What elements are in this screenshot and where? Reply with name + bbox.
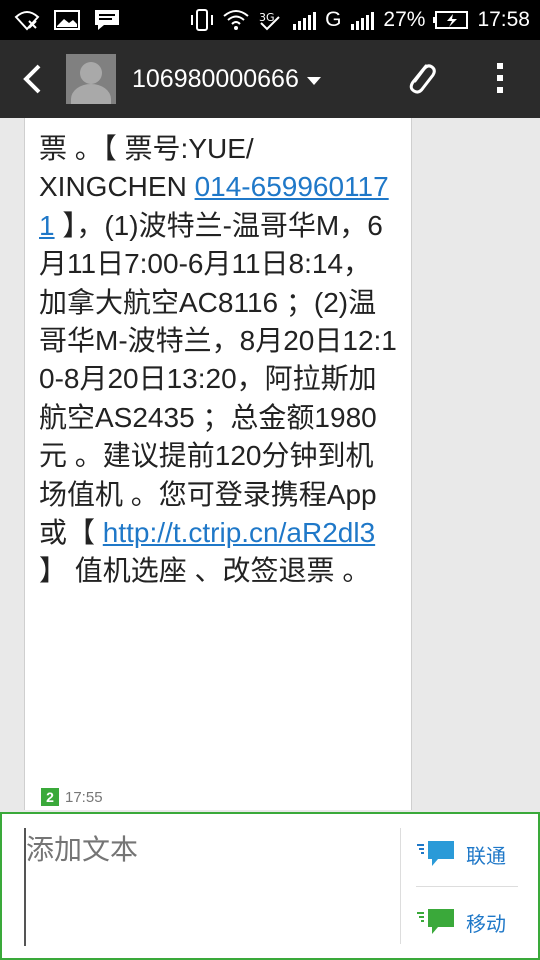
vibrate-icon [189, 9, 215, 31]
message-meta: 2 17:55 [41, 788, 103, 806]
overflow-dot-icon [497, 63, 503, 69]
send-button-mobile[interactable]: 移动 [416, 902, 526, 942]
send-button-label: 移动 [466, 913, 506, 936]
svg-text:3G: 3G [259, 11, 275, 24]
message-input[interactable] [24, 828, 396, 946]
contact-name: 106980000666 [132, 64, 299, 93]
paperclip-icon [409, 64, 436, 94]
battery-percent: 27% [383, 8, 426, 31]
avatar[interactable] [66, 54, 116, 104]
send-button-unicom[interactable]: 联通 [416, 834, 526, 874]
divider [416, 886, 518, 887]
message-time: 17:55 [65, 788, 103, 806]
divider [400, 828, 401, 944]
sim-slot-badge: 2 [41, 788, 59, 806]
contact-dropdown[interactable]: 106980000666 [132, 65, 321, 94]
signal-icon [291, 9, 317, 31]
action-bar: 106980000666 [0, 40, 540, 118]
compose-area: 联通 移动 [0, 812, 540, 960]
message-bubble[interactable]: 票 。【 票号:YUE/ XINGCHEN 014-6599601171 】，(… [24, 118, 412, 810]
image-icon [54, 9, 80, 31]
back-arrow-icon [23, 64, 41, 94]
status-bar: 3G G 27% 17:58 [0, 0, 540, 40]
message-icon [94, 9, 120, 31]
conversation-view[interactable]: 票 。【 票号:YUE/ XINGCHEN 014-6599601171 】，(… [0, 118, 540, 812]
battery-icon [433, 9, 469, 31]
send-button-label: 联通 [466, 845, 506, 868]
overflow-menu-button[interactable] [488, 58, 512, 98]
message-text: 票 。【 票号:YUE/ XINGCHEN 014-6599601171 】，(… [39, 130, 399, 591]
3g-icon: 3G [257, 9, 283, 31]
message-text-part: 】 值机选座 、改签退票 。 [39, 555, 371, 587]
ctrip-url-link[interactable]: http://t.ctrip.cn/aR2dl3 [103, 517, 375, 548]
attach-button[interactable] [404, 58, 438, 98]
signal-icon-2 [349, 9, 375, 31]
wifi-icon [223, 9, 249, 31]
back-button[interactable] [10, 40, 54, 118]
send-message-icon [417, 909, 454, 934]
status-time: 17:58 [477, 8, 530, 31]
network-type-label: G [325, 8, 342, 31]
caret-down-icon [306, 77, 321, 85]
send-message-icon [417, 841, 454, 866]
no-sim-wifi-icon [14, 9, 40, 31]
message-text-part: 】，(1)波特兰-温哥华M，6月11日7:00-6月11日8:14，加拿大航空A… [39, 209, 397, 549]
